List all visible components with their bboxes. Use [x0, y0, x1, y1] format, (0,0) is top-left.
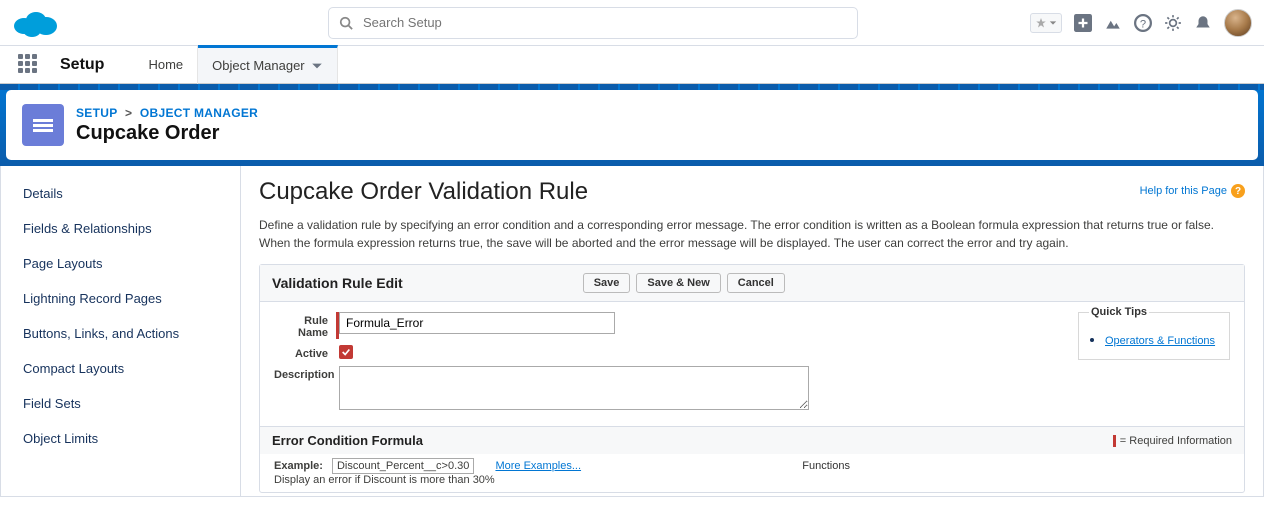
gear-icon[interactable]: [1164, 14, 1182, 32]
nav-tab-label: Object Manager: [212, 58, 305, 73]
active-checkbox[interactable]: [339, 345, 353, 359]
save-button[interactable]: Save: [583, 273, 631, 293]
page-intro-text: Define a validation rule by specifying a…: [259, 216, 1219, 252]
description-row: Description: [274, 366, 824, 410]
quick-tips-box: Quick Tips Operators & Functions: [1078, 306, 1230, 360]
search-icon: [339, 16, 353, 30]
sidebar-item-compact-layouts[interactable]: Compact Layouts: [1, 351, 240, 386]
sidebar: Details Fields & Relationships Page Layo…: [1, 166, 241, 496]
form-column: Rule Name Active Description: [274, 312, 824, 416]
panel-buttons: Save Save & New Cancel: [583, 273, 785, 293]
description-label: Description: [274, 366, 336, 381]
main-layout: Details Fields & Relationships Page Layo…: [0, 166, 1264, 497]
panel-title: Validation Rule Edit: [272, 275, 403, 291]
app-name: Setup: [60, 56, 104, 74]
content-area: Help for this Page ? Cupcake Order Valid…: [241, 166, 1263, 496]
quick-tips-legend: Quick Tips: [1089, 306, 1149, 318]
crumb-sep: >: [125, 106, 132, 120]
nav-tab-home[interactable]: Home: [134, 46, 198, 84]
sidebar-item-object-limits[interactable]: Object Limits: [1, 421, 240, 456]
page-header-wrap: SETUP > OBJECT MANAGER Cupcake Order: [0, 84, 1264, 166]
required-info-legend: = Required Information: [1113, 435, 1232, 447]
global-search[interactable]: [328, 7, 858, 39]
help-icon: ?: [1231, 184, 1245, 198]
functions-label: Functions: [802, 460, 850, 472]
panel-body: Rule Name Active Description: [260, 302, 1244, 426]
check-icon: [341, 347, 351, 357]
bell-icon[interactable]: [1194, 14, 1212, 32]
example-row: Functions Example: Discount_Percent__c>0…: [260, 454, 1244, 492]
crumb-setup[interactable]: SETUP: [76, 106, 117, 120]
help-for-page-link[interactable]: Help for this Page ?: [1140, 184, 1245, 198]
crumb-object-manager[interactable]: OBJECT MANAGER: [140, 106, 258, 120]
context-nav: Setup Home Object Manager: [0, 46, 1264, 84]
search-input[interactable]: [363, 15, 847, 30]
chevron-down-icon: [311, 60, 323, 72]
favorites-dropdown[interactable]: [1030, 13, 1062, 33]
rule-name-row: Rule Name: [274, 312, 824, 339]
add-icon[interactable]: [1074, 14, 1092, 32]
page-heading: Cupcake Order Validation Rule: [259, 178, 1245, 206]
example-note: Display an error if Discount is more tha…: [274, 474, 1230, 486]
rule-name-label: Rule Name: [274, 312, 336, 339]
object-icon: [22, 104, 64, 146]
active-label: Active: [274, 345, 336, 360]
user-avatar[interactable]: [1224, 9, 1252, 37]
star-icon: [1035, 17, 1047, 29]
app-launcher-icon[interactable]: [18, 54, 40, 76]
more-examples-link[interactable]: More Examples...: [495, 460, 581, 472]
global-header: ?: [0, 0, 1264, 46]
example-label: Example:: [274, 460, 323, 472]
error-condition-title: Error Condition Formula: [272, 433, 423, 448]
sidebar-item-fields[interactable]: Fields & Relationships: [1, 211, 240, 246]
svg-text:?: ?: [1140, 18, 1146, 30]
chevron-down-icon: [1049, 19, 1057, 27]
example-code: Discount_Percent__c>0.30: [332, 458, 474, 474]
rule-name-input[interactable]: [339, 312, 615, 334]
panel-header: Validation Rule Edit Save Save & New Can…: [260, 265, 1244, 302]
operators-functions-link[interactable]: Operators & Functions: [1105, 335, 1215, 347]
required-bar-icon: [1113, 435, 1116, 447]
object-title: Cupcake Order: [76, 122, 258, 145]
cancel-button[interactable]: Cancel: [727, 273, 785, 293]
sidebar-item-details[interactable]: Details: [1, 176, 240, 211]
sidebar-item-lightning-pages[interactable]: Lightning Record Pages: [1, 281, 240, 316]
save-and-new-button[interactable]: Save & New: [636, 273, 720, 293]
salesforce-logo[interactable]: [12, 8, 58, 38]
page-header-card: SETUP > OBJECT MANAGER Cupcake Order: [6, 90, 1258, 160]
sidebar-item-buttons-links[interactable]: Buttons, Links, and Actions: [1, 316, 240, 351]
sidebar-item-page-layouts[interactable]: Page Layouts: [1, 246, 240, 281]
description-textarea[interactable]: [339, 366, 809, 410]
sidebar-item-field-sets[interactable]: Field Sets: [1, 386, 240, 421]
breadcrumb: SETUP > OBJECT MANAGER: [76, 106, 258, 120]
nav-tab-object-manager[interactable]: Object Manager: [198, 45, 338, 83]
help-icon[interactable]: ?: [1134, 14, 1152, 32]
validation-rule-edit-panel: Validation Rule Edit Save Save & New Can…: [259, 264, 1245, 493]
header-utility-icons: ?: [1030, 9, 1252, 37]
active-row: Active: [274, 345, 824, 360]
trailhead-icon[interactable]: [1104, 14, 1122, 32]
error-condition-header: Error Condition Formula = Required Infor…: [260, 426, 1244, 454]
help-link-text: Help for this Page: [1140, 185, 1227, 197]
required-info-text: = Required Information: [1120, 435, 1232, 447]
